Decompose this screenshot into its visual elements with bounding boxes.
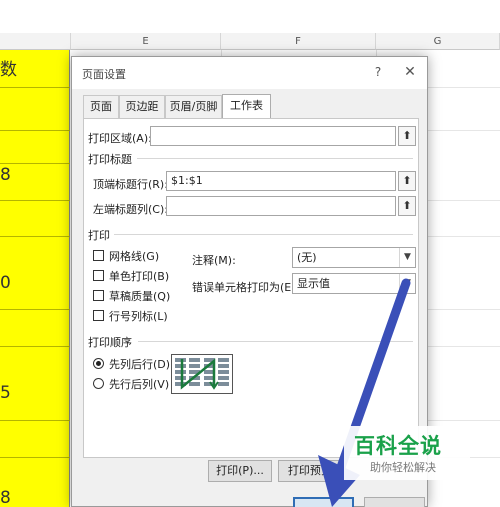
row-col-headings-checkbox[interactable] — [93, 310, 104, 321]
cell-errors-value: 显示值 — [297, 277, 330, 290]
cancel-button[interactable] — [364, 497, 425, 507]
column-header-blank — [0, 33, 71, 50]
tab-sheet[interactable]: 工作表 — [222, 94, 271, 118]
over-then-down-label: 先行后列(V) — [109, 378, 170, 391]
collapse-icon[interactable]: ⬆ — [398, 196, 416, 216]
black-white-label: 单色打印(B) — [109, 270, 170, 283]
comments-label: 注释(M): — [192, 254, 236, 267]
draft-quality-label: 草稿质量(Q) — [109, 290, 171, 303]
cell-text: 数 — [0, 60, 17, 80]
page-order-section: 打印顺序 — [88, 336, 132, 349]
cell-text: 8 — [0, 165, 11, 185]
collapse-icon[interactable]: ⬆ — [398, 171, 416, 191]
columns-to-repeat-label: 左端标题列(C): — [93, 203, 168, 216]
column-header-g[interactable]: G — [376, 33, 500, 50]
black-white-checkbox[interactable] — [93, 270, 104, 281]
row-col-headings-label: 行号列标(L) — [109, 310, 168, 323]
rows-to-repeat-field[interactable]: $1:$1 — [166, 171, 396, 191]
help-button[interactable]: ? — [368, 62, 388, 82]
chevron-down-icon: ▼ — [399, 248, 415, 267]
column-header-e[interactable]: E — [71, 33, 221, 50]
cell-text: 0 — [0, 273, 11, 293]
dialog-titlebar[interactable]: 页面设置 ? ✕ — [72, 57, 427, 89]
tab-page[interactable]: 页面 — [83, 95, 119, 118]
gridlines-checkbox[interactable] — [93, 250, 104, 261]
ok-button[interactable] — [293, 497, 354, 507]
cell-errors-select[interactable]: 显示值 ▼ — [292, 273, 416, 294]
print-area-field[interactable] — [150, 126, 396, 146]
print-section: 打印 — [88, 229, 110, 242]
tab-margins[interactable]: 页边距 — [119, 95, 165, 118]
comments-select[interactable]: (无) ▼ — [292, 247, 416, 268]
comments-value: (无) — [297, 251, 317, 264]
watermark: 百科全说 助你轻松解决 — [344, 426, 470, 480]
column-header-f[interactable]: F — [221, 33, 376, 50]
rows-to-repeat-label: 顶端标题行(R): — [93, 178, 168, 191]
print-preview-button[interactable]: 打印预览( — [278, 460, 346, 482]
down-then-over-radio[interactable] — [93, 358, 104, 369]
watermark-title: 百科全说 — [354, 434, 442, 458]
collapse-icon[interactable]: ⬆ — [398, 126, 416, 146]
page-order-preview-icon — [171, 354, 233, 394]
tab-header-footer[interactable]: 页眉/页脚 — [165, 95, 222, 118]
watermark-subtitle: 助你轻松解决 — [370, 461, 436, 474]
cell-text: 8 — [0, 488, 11, 507]
print-area-label: 打印区域(A): — [88, 132, 152, 145]
print-button[interactable]: 打印(P)... — [208, 460, 272, 482]
close-button[interactable]: ✕ — [400, 62, 420, 82]
down-then-over-label: 先列后行(D) — [109, 358, 171, 371]
chevron-down-icon: ▼ — [399, 274, 415, 293]
cell-errors-label: 错误单元格打印为(E): — [192, 281, 300, 294]
gridlines-label: 网格线(G) — [109, 250, 160, 263]
dialog-title: 页面设置 — [82, 68, 126, 81]
columns-to-repeat-field[interactable] — [166, 196, 396, 216]
cell-text: 5 — [0, 383, 11, 403]
highlighted-column[interactable]: 数 8 0 5 8 — [0, 50, 70, 507]
draft-quality-checkbox[interactable] — [93, 290, 104, 301]
over-then-down-radio[interactable] — [93, 378, 104, 389]
print-titles-section: 打印标题 — [88, 153, 132, 166]
